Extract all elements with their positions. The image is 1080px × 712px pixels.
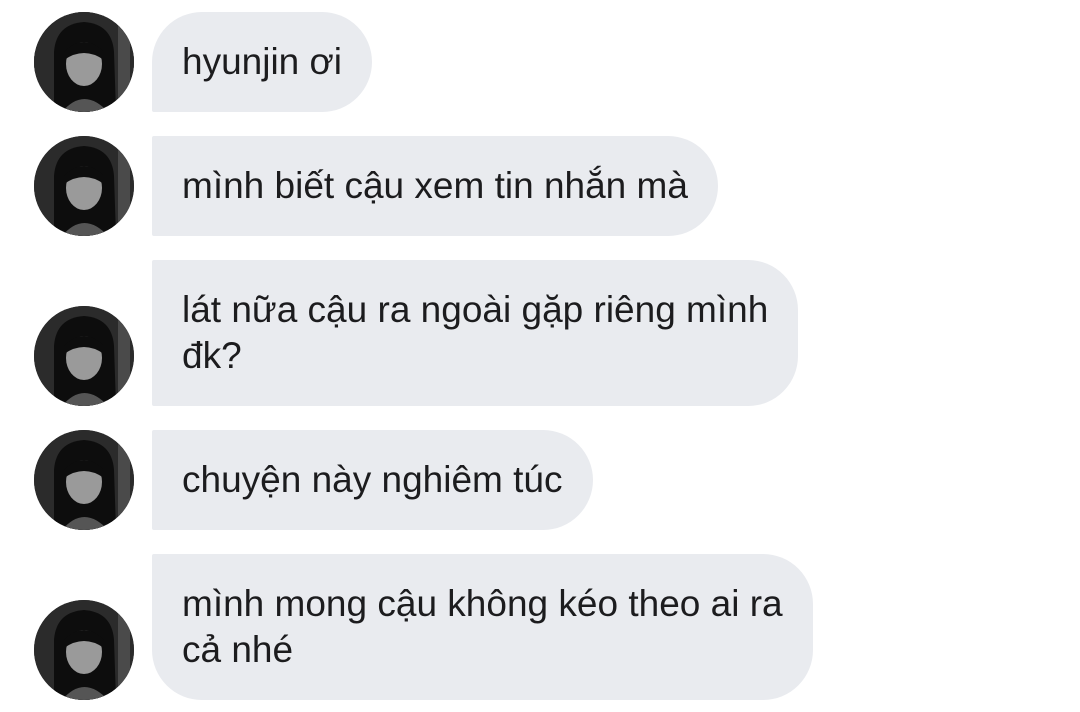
message-bubble[interactable]: mình mong cậu không kéo theo ai ra cả nh… <box>152 554 813 700</box>
message-text: hyunjin ơi <box>182 41 343 82</box>
avatar-girl-monochrome-icon <box>34 136 134 236</box>
message-bubble[interactable]: mình biết cậu xem tin nhắn mà <box>152 136 718 236</box>
message-text: chuyện này nghiêm túc <box>182 459 563 500</box>
message-text: mình biết cậu xem tin nhắn mà <box>182 165 688 206</box>
message-row: mình biết cậu xem tin nhắn mà <box>0 136 1080 236</box>
sender-avatar[interactable] <box>34 430 134 530</box>
message-row: mình mong cậu không kéo theo ai ra cả nh… <box>0 554 1080 700</box>
avatar-girl-monochrome-icon <box>34 600 134 700</box>
sender-avatar[interactable] <box>34 306 134 406</box>
sender-avatar[interactable] <box>34 12 134 112</box>
message-row: chuyện này nghiêm túc <box>0 430 1080 530</box>
sender-avatar[interactable] <box>34 136 134 236</box>
message-row: lát nữa cậu ra ngoài gặp riêng mình đk? <box>0 260 1080 406</box>
avatar-girl-monochrome-icon <box>34 430 134 530</box>
avatar-girl-monochrome-icon <box>34 306 134 406</box>
message-bubble[interactable]: lát nữa cậu ra ngoài gặp riêng mình đk? <box>152 260 799 406</box>
chat-thread: hyunjin ơi mình biết cậu xem tin nhắn mà <box>0 0 1080 712</box>
message-row: hyunjin ơi <box>0 12 1080 112</box>
sender-avatar[interactable] <box>34 600 134 700</box>
message-bubble[interactable]: chuyện này nghiêm túc <box>152 430 593 530</box>
message-text: mình mong cậu không kéo theo ai ra cả nh… <box>182 583 783 670</box>
avatar-girl-monochrome-icon <box>34 12 134 112</box>
message-bubble[interactable]: hyunjin ơi <box>152 12 373 112</box>
message-text: lát nữa cậu ra ngoài gặp riêng mình đk? <box>182 289 769 376</box>
